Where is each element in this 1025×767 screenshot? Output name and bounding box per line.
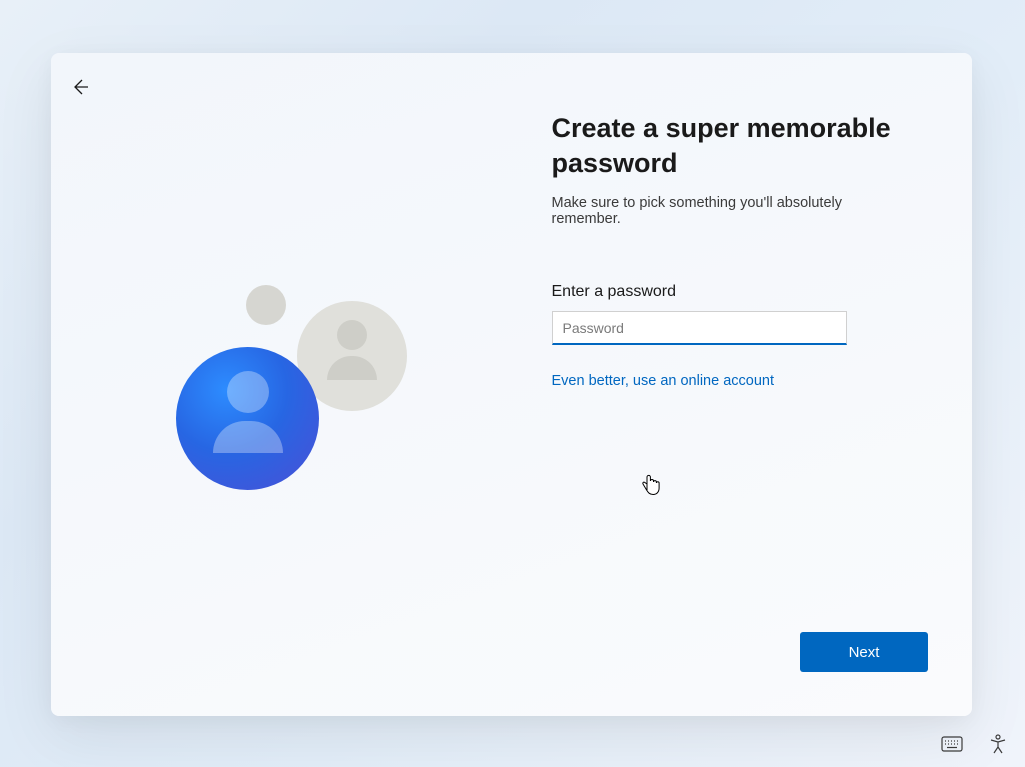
on-screen-keyboard-button[interactable]: [941, 733, 963, 755]
avatar-illustration: [176, 285, 436, 545]
online-account-link[interactable]: Even better, use an online account: [552, 373, 775, 389]
accessibility-icon: [988, 734, 1008, 754]
blue-avatar-icon: [176, 347, 319, 490]
system-tray: [941, 733, 1009, 755]
password-label: Enter a password: [552, 283, 913, 301]
form-pane: Create a super memorable password Make s…: [512, 53, 973, 716]
keyboard-icon: [941, 736, 963, 752]
page-subtitle: Make sure to pick something you'll absol…: [552, 195, 913, 227]
password-input[interactable]: [552, 311, 847, 345]
setup-window: Create a super memorable password Make s…: [51, 53, 972, 716]
accessibility-button[interactable]: [987, 733, 1009, 755]
illustration-pane: [51, 53, 512, 716]
page-title: Create a super memorable password: [552, 111, 892, 181]
small-dot-icon: [246, 285, 286, 325]
next-button[interactable]: Next: [800, 632, 928, 672]
